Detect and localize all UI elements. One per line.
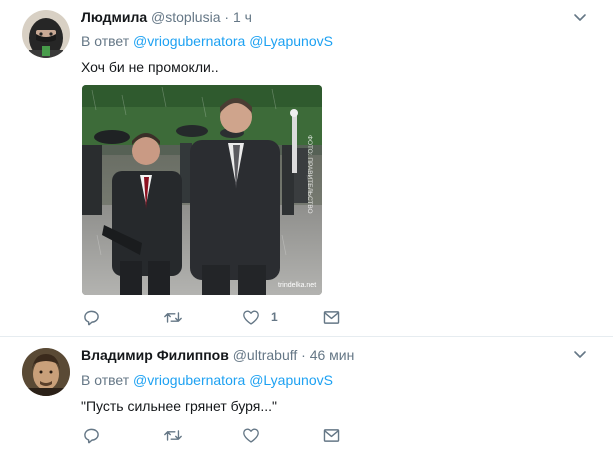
tweet-text: Хоч би не промокли.. xyxy=(81,59,219,75)
direct-message-button[interactable] xyxy=(323,425,340,445)
separator: · xyxy=(224,9,230,25)
reply-prefix: В ответ xyxy=(81,372,130,388)
reply-button[interactable] xyxy=(83,307,111,327)
retweet-button[interactable] xyxy=(163,307,194,327)
chevron-down-icon[interactable] xyxy=(573,10,587,24)
direct-message-icon xyxy=(323,310,340,325)
tweet-photo[interactable]: ФОТО: ПРАВИТЕЛЬСТВО trindelka.net xyxy=(82,85,322,295)
avatar[interactable] xyxy=(22,10,70,58)
like-icon xyxy=(242,309,260,326)
retweet-icon xyxy=(163,309,183,326)
mention-link[interactable]: @LyapunovS xyxy=(249,372,333,388)
like-icon xyxy=(242,427,260,444)
like-count: 1 xyxy=(271,310,278,324)
tweet-text: "Пусть сильнее грянет буря..." xyxy=(81,398,278,414)
reply-button[interactable] xyxy=(83,425,111,445)
user-name[interactable]: Людмила xyxy=(81,9,147,25)
tweet-actions xyxy=(81,425,351,445)
mention-link[interactable]: @vriogubernatora xyxy=(133,33,245,49)
avatar[interactable] xyxy=(22,348,70,396)
chevron-down-icon[interactable] xyxy=(573,347,587,361)
reply-icon xyxy=(83,427,100,444)
tweet[interactable]: Владимир Филиппов @ultrabuff · 46 мин В … xyxy=(0,337,613,449)
tweet-actions: 1 xyxy=(81,307,351,327)
tweet[interactable]: Людмила @stoplusia · 1 ч В ответ @vriogu… xyxy=(0,0,613,337)
user-handle[interactable]: @stoplusia xyxy=(151,9,220,25)
reply-context: В ответ @vriogubernatora @LyapunovS xyxy=(81,33,333,49)
tweet-header: Владимир Филиппов @ultrabuff · 46 мин xyxy=(81,347,354,363)
image-watermark: trindelka.net xyxy=(278,282,316,289)
user-name[interactable]: Владимир Филиппов xyxy=(81,347,229,363)
reply-prefix: В ответ xyxy=(81,33,130,49)
retweet-icon xyxy=(163,427,183,444)
tweet-header: Людмила @stoplusia · 1 ч xyxy=(81,9,252,25)
retweet-button[interactable] xyxy=(163,425,194,445)
reply-icon xyxy=(83,309,100,326)
user-handle[interactable]: @ultrabuff xyxy=(233,347,298,363)
timestamp[interactable]: 46 мин xyxy=(310,347,355,363)
reply-context: В ответ @vriogubernatora @LyapunovS xyxy=(81,372,333,388)
mention-link[interactable]: @LyapunovS xyxy=(249,33,333,49)
image-side-text: ФОТО: ПРАВИТЕЛЬСТВО xyxy=(306,135,313,214)
timestamp[interactable]: 1 ч xyxy=(233,9,252,25)
like-button[interactable]: 1 xyxy=(242,307,278,327)
mention-link[interactable]: @vriogubernatora xyxy=(133,372,245,388)
separator: · xyxy=(301,347,306,363)
direct-message-button[interactable] xyxy=(323,307,340,327)
like-button[interactable] xyxy=(242,425,271,445)
direct-message-icon xyxy=(323,428,340,443)
